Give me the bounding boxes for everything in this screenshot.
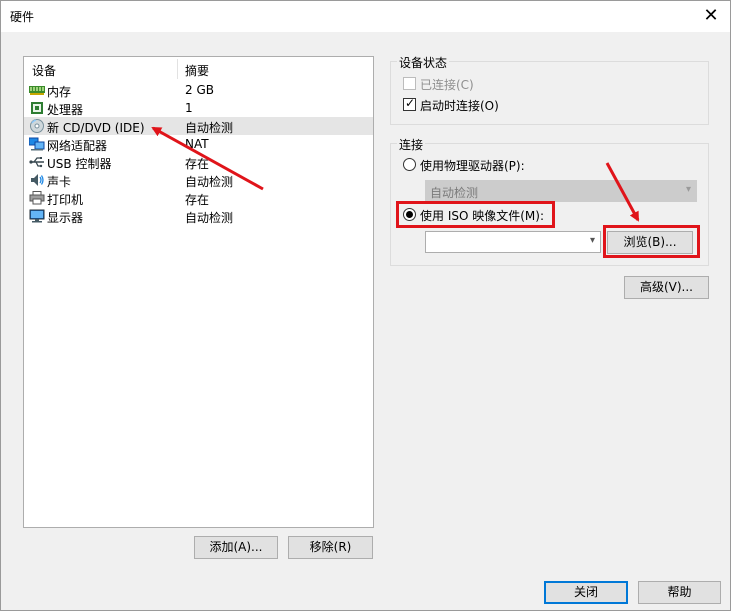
arrow-to-cd-dvd <box>151 126 264 191</box>
arrow-to-browse-button <box>605 162 640 222</box>
annotation-arrows <box>151 126 640 222</box>
hardware-dialog: 硬件 ✕ 设备 摘要 内存 2 GB 处理器 1 新 CD/DVD (IDE) … <box>0 0 731 611</box>
